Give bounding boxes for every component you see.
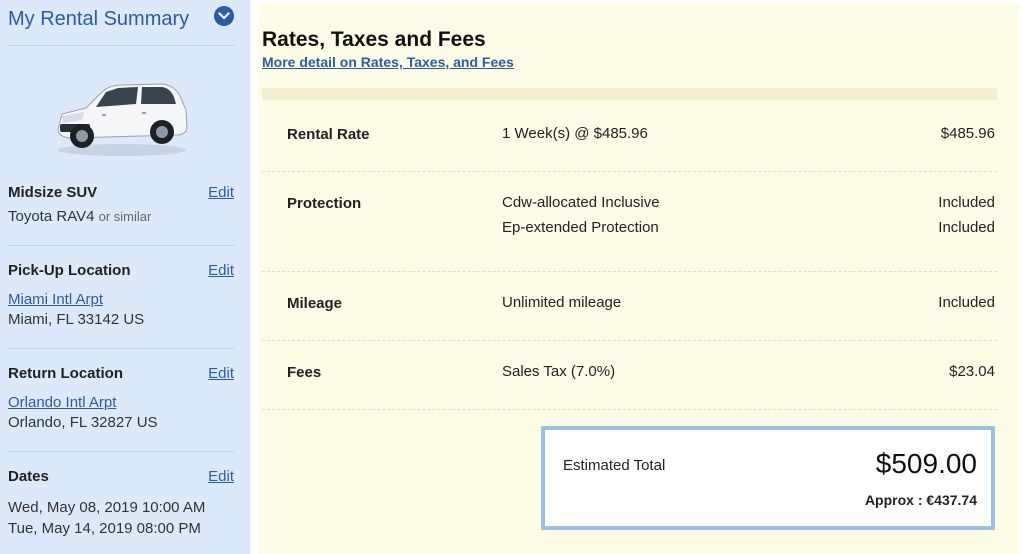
pickup-datetime: Wed, May 08, 2019 10:00 AM <box>8 499 206 516</box>
collapse-toggle-button[interactable] <box>214 6 234 26</box>
rates-panel: Rates, Taxes and Fees More detail on Rat… <box>258 4 1019 554</box>
pickup-section: Pick-Up Location Edit Miami Intl Arpt Mi… <box>8 262 234 349</box>
or-similar-note: or similar <box>98 209 152 224</box>
row-amount: $23.04 <box>949 363 995 380</box>
return-datetime: Tue, May 14, 2019 08:00 PM <box>8 520 201 537</box>
edit-pickup-link[interactable]: Edit <box>208 262 234 279</box>
vehicle-section: Midsize SUV Edit Toyota RAV4 or similar <box>8 184 234 246</box>
rate-row-mileage: Mileage Unlimited mileage Included <box>262 272 997 341</box>
section-divider-band <box>262 88 997 100</box>
return-section: Return Location Edit Orlando Intl Arpt O… <box>8 365 234 452</box>
row-description: Sales Tax (7.0%) <box>502 363 616 380</box>
row-label: Fees <box>287 364 322 381</box>
car-image <box>57 83 188 156</box>
rates-detail-link[interactable]: More detail on Rates, Taxes, and Fees <box>262 54 514 70</box>
row-label: Protection <box>287 195 362 212</box>
row-description: 1 Week(s) @ $485.96 <box>502 125 648 142</box>
vehicle-model: Toyota RAV4 <box>8 208 95 225</box>
row-amount: $485.96 <box>940 125 995 142</box>
pickup-location-link[interactable]: Miami Intl Arpt <box>8 291 103 308</box>
estimated-total-box: Estimated Total $509.00 Approx : €437.74 <box>541 426 995 530</box>
rate-row-rental: Rental Rate 1 Week(s) @ $485.96 $485.96 <box>262 100 997 172</box>
dates-section: Dates Edit Wed, May 08, 2019 10:00 AM Tu… <box>8 468 234 548</box>
row-amount: Included <box>938 294 995 311</box>
pickup-address: Miami, FL 33142 US <box>8 311 145 328</box>
edit-vehicle-link[interactable]: Edit <box>208 184 234 201</box>
row-label: Mileage <box>287 295 343 312</box>
return-location-link[interactable]: Orlando Intl Arpt <box>8 394 116 411</box>
rental-summary-sidebar: My Rental Summary Midsize SUV Edit Toyot… <box>0 0 250 554</box>
sidebar-title: My Rental Summary <box>8 8 190 30</box>
vehicle-class-label: Midsize SUV <box>8 184 98 201</box>
rate-row-fees: Fees Sales Tax (7.0%) $23.04 <box>262 341 997 410</box>
row-label: Rental Rate <box>287 126 370 143</box>
edit-return-link[interactable]: Edit <box>208 365 234 382</box>
vehicle-model-line: Toyota RAV4 or similar <box>8 208 151 225</box>
dates-label: Dates <box>8 468 49 485</box>
row-amount: Included <box>938 219 995 236</box>
return-location-label: Return Location <box>8 365 123 382</box>
pickup-location-label: Pick-Up Location <box>8 262 131 279</box>
page-title: Rates, Taxes and Fees <box>262 28 486 51</box>
row-description: Unlimited mileage <box>502 294 622 311</box>
row-amount: Included <box>938 194 995 211</box>
estimated-total-label: Estimated Total <box>563 457 666 474</box>
chevron-down-icon <box>218 12 230 20</box>
return-address: Orlando, FL 32827 US <box>8 414 158 431</box>
row-description: Cdw-allocated Inclusive <box>502 194 660 211</box>
estimated-total-amount: $509.00 <box>875 448 977 479</box>
sidebar-header: My Rental Summary <box>8 6 234 46</box>
approx-currency-amount: Approx : €437.74 <box>864 492 977 508</box>
row-description: Ep-extended Protection <box>502 219 659 236</box>
rate-row-protection: Protection Cdw-allocated Inclusive Inclu… <box>262 172 997 272</box>
edit-dates-link[interactable]: Edit <box>208 468 234 485</box>
